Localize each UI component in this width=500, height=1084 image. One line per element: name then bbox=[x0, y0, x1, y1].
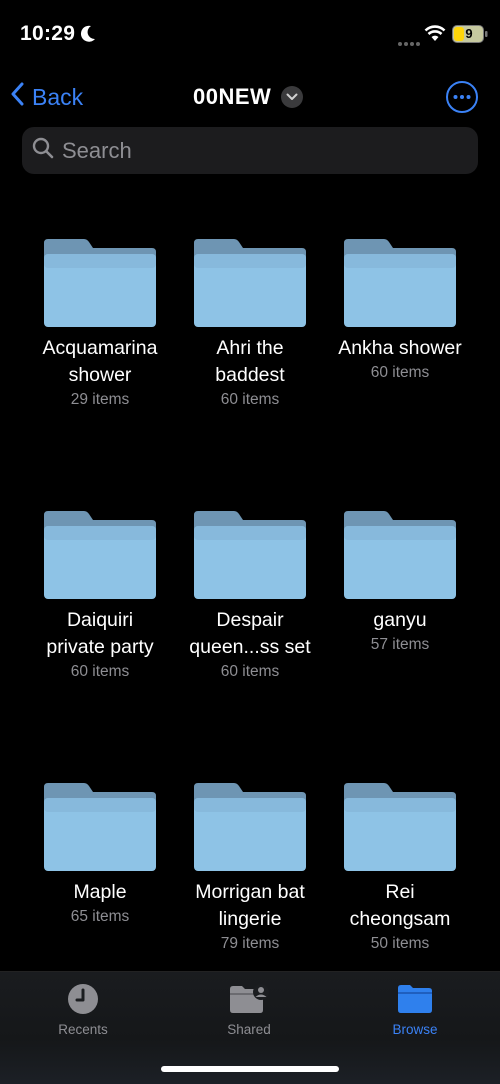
navigation-bar: Back 00NEW bbox=[0, 74, 500, 120]
status-bar: 10:29 9 bbox=[0, 0, 500, 70]
tab-recents-label: Recents bbox=[58, 1022, 108, 1037]
folder-item-count: 50 items bbox=[370, 935, 430, 952]
tab-browse[interactable]: Browse bbox=[355, 982, 475, 1037]
folder-title-menu[interactable]: 00NEW bbox=[193, 82, 304, 112]
tab-browse-label: Browse bbox=[392, 1022, 438, 1037]
folder-name: Acquamarina shower bbox=[25, 335, 175, 389]
folder-item[interactable]: Acquamarina shower 29 items bbox=[25, 237, 175, 409]
folder-name-line: cheongsam bbox=[349, 908, 451, 930]
folder-item[interactable]: Daiquiri private party 60 items bbox=[25, 509, 175, 681]
moon-icon bbox=[80, 24, 96, 49]
folder-name-line: Rei bbox=[385, 881, 415, 903]
folder-name-line: Ankha shower bbox=[338, 337, 462, 359]
folder-item-count: 57 items bbox=[370, 636, 430, 653]
folder-icon bbox=[344, 781, 456, 871]
clock-icon bbox=[23, 982, 143, 1016]
folder-name: ganyu bbox=[325, 607, 475, 634]
folder-name-line: baddest bbox=[215, 364, 285, 386]
folder-item-count: 60 items bbox=[370, 364, 430, 381]
tab-shared[interactable]: Shared bbox=[189, 982, 309, 1037]
search-input[interactable]: Search bbox=[22, 127, 478, 174]
folder-item[interactable]: Ankha shower 60 items bbox=[325, 237, 475, 382]
folder-icon bbox=[194, 781, 306, 871]
battery-level: 9 bbox=[465, 26, 473, 41]
folder-name-line: Maple bbox=[73, 881, 127, 903]
search-placeholder: Search bbox=[62, 137, 132, 163]
folder-name: Maple bbox=[25, 879, 175, 906]
folder-item-count: 60 items bbox=[220, 391, 280, 408]
home-indicator bbox=[161, 1066, 339, 1072]
folder-name: Despair queen...ss set bbox=[175, 607, 325, 661]
folder-icon bbox=[344, 509, 456, 599]
folder-icon bbox=[44, 781, 156, 871]
folder-name-line: Daiquiri bbox=[66, 609, 134, 631]
cellular-signal-icon bbox=[397, 34, 421, 52]
folder-icon bbox=[44, 509, 156, 599]
folder-item-count: 29 items bbox=[70, 391, 130, 408]
folder-name: Daiquiri private party bbox=[25, 607, 175, 661]
folder-icon bbox=[194, 509, 306, 599]
search-icon bbox=[32, 137, 54, 164]
folder-item-count: 65 items bbox=[70, 908, 130, 925]
wifi-icon bbox=[424, 24, 446, 47]
tab-shared-label: Shared bbox=[227, 1022, 271, 1037]
ellipsis-icon bbox=[453, 95, 471, 99]
folder-item[interactable]: ganyu 57 items bbox=[325, 509, 475, 654]
folder-icon bbox=[194, 237, 306, 327]
folder-item[interactable]: Rei cheongsam 50 items bbox=[325, 781, 475, 953]
folder-name: Ankha shower bbox=[325, 335, 475, 362]
folder-name-line: queen...ss set bbox=[189, 636, 311, 658]
folder-item[interactable]: Maple 65 items bbox=[25, 781, 175, 926]
folder-icon bbox=[344, 237, 456, 327]
folder-icon bbox=[355, 982, 475, 1016]
folder-name-line: shower bbox=[68, 364, 132, 386]
folder-item-count: 60 items bbox=[220, 663, 280, 680]
chevron-down-icon bbox=[281, 86, 304, 108]
battery-icon: 9 bbox=[452, 25, 488, 48]
folder-item-count: 79 items bbox=[220, 935, 280, 952]
folder-name-line: Acquamarina bbox=[42, 337, 158, 359]
folder-name-line: Ahri the bbox=[216, 337, 284, 359]
folder-name: Morrigan bat lingerie bbox=[175, 879, 325, 933]
folder-name: Rei cheongsam bbox=[325, 879, 475, 933]
folder-name-line: Morrigan bat bbox=[195, 881, 305, 903]
page-title: 00NEW bbox=[193, 84, 272, 109]
folder-item[interactable]: Morrigan bat lingerie 79 items bbox=[175, 781, 325, 953]
folder-name: Ahri the baddest bbox=[175, 335, 325, 389]
status-time: 10:29 bbox=[20, 22, 76, 45]
back-label: Back bbox=[32, 83, 84, 110]
back-button[interactable]: Back bbox=[10, 82, 83, 112]
folder-name-line: lingerie bbox=[218, 908, 282, 930]
more-options-button[interactable] bbox=[446, 81, 478, 113]
folder-item-count: 60 items bbox=[70, 663, 130, 680]
tab-recents[interactable]: Recents bbox=[23, 982, 143, 1037]
folder-icon bbox=[44, 237, 156, 327]
folder-name-line: private party bbox=[46, 636, 154, 658]
chevron-left-icon bbox=[10, 82, 24, 112]
folder-item[interactable]: Ahri the baddest 60 items bbox=[175, 237, 325, 409]
folder-item[interactable]: Despair queen...ss set 60 items bbox=[175, 509, 325, 681]
shared-folder-icon bbox=[189, 982, 309, 1016]
folder-name-line: Despair bbox=[216, 609, 284, 631]
folder-name-line: ganyu bbox=[373, 609, 427, 631]
